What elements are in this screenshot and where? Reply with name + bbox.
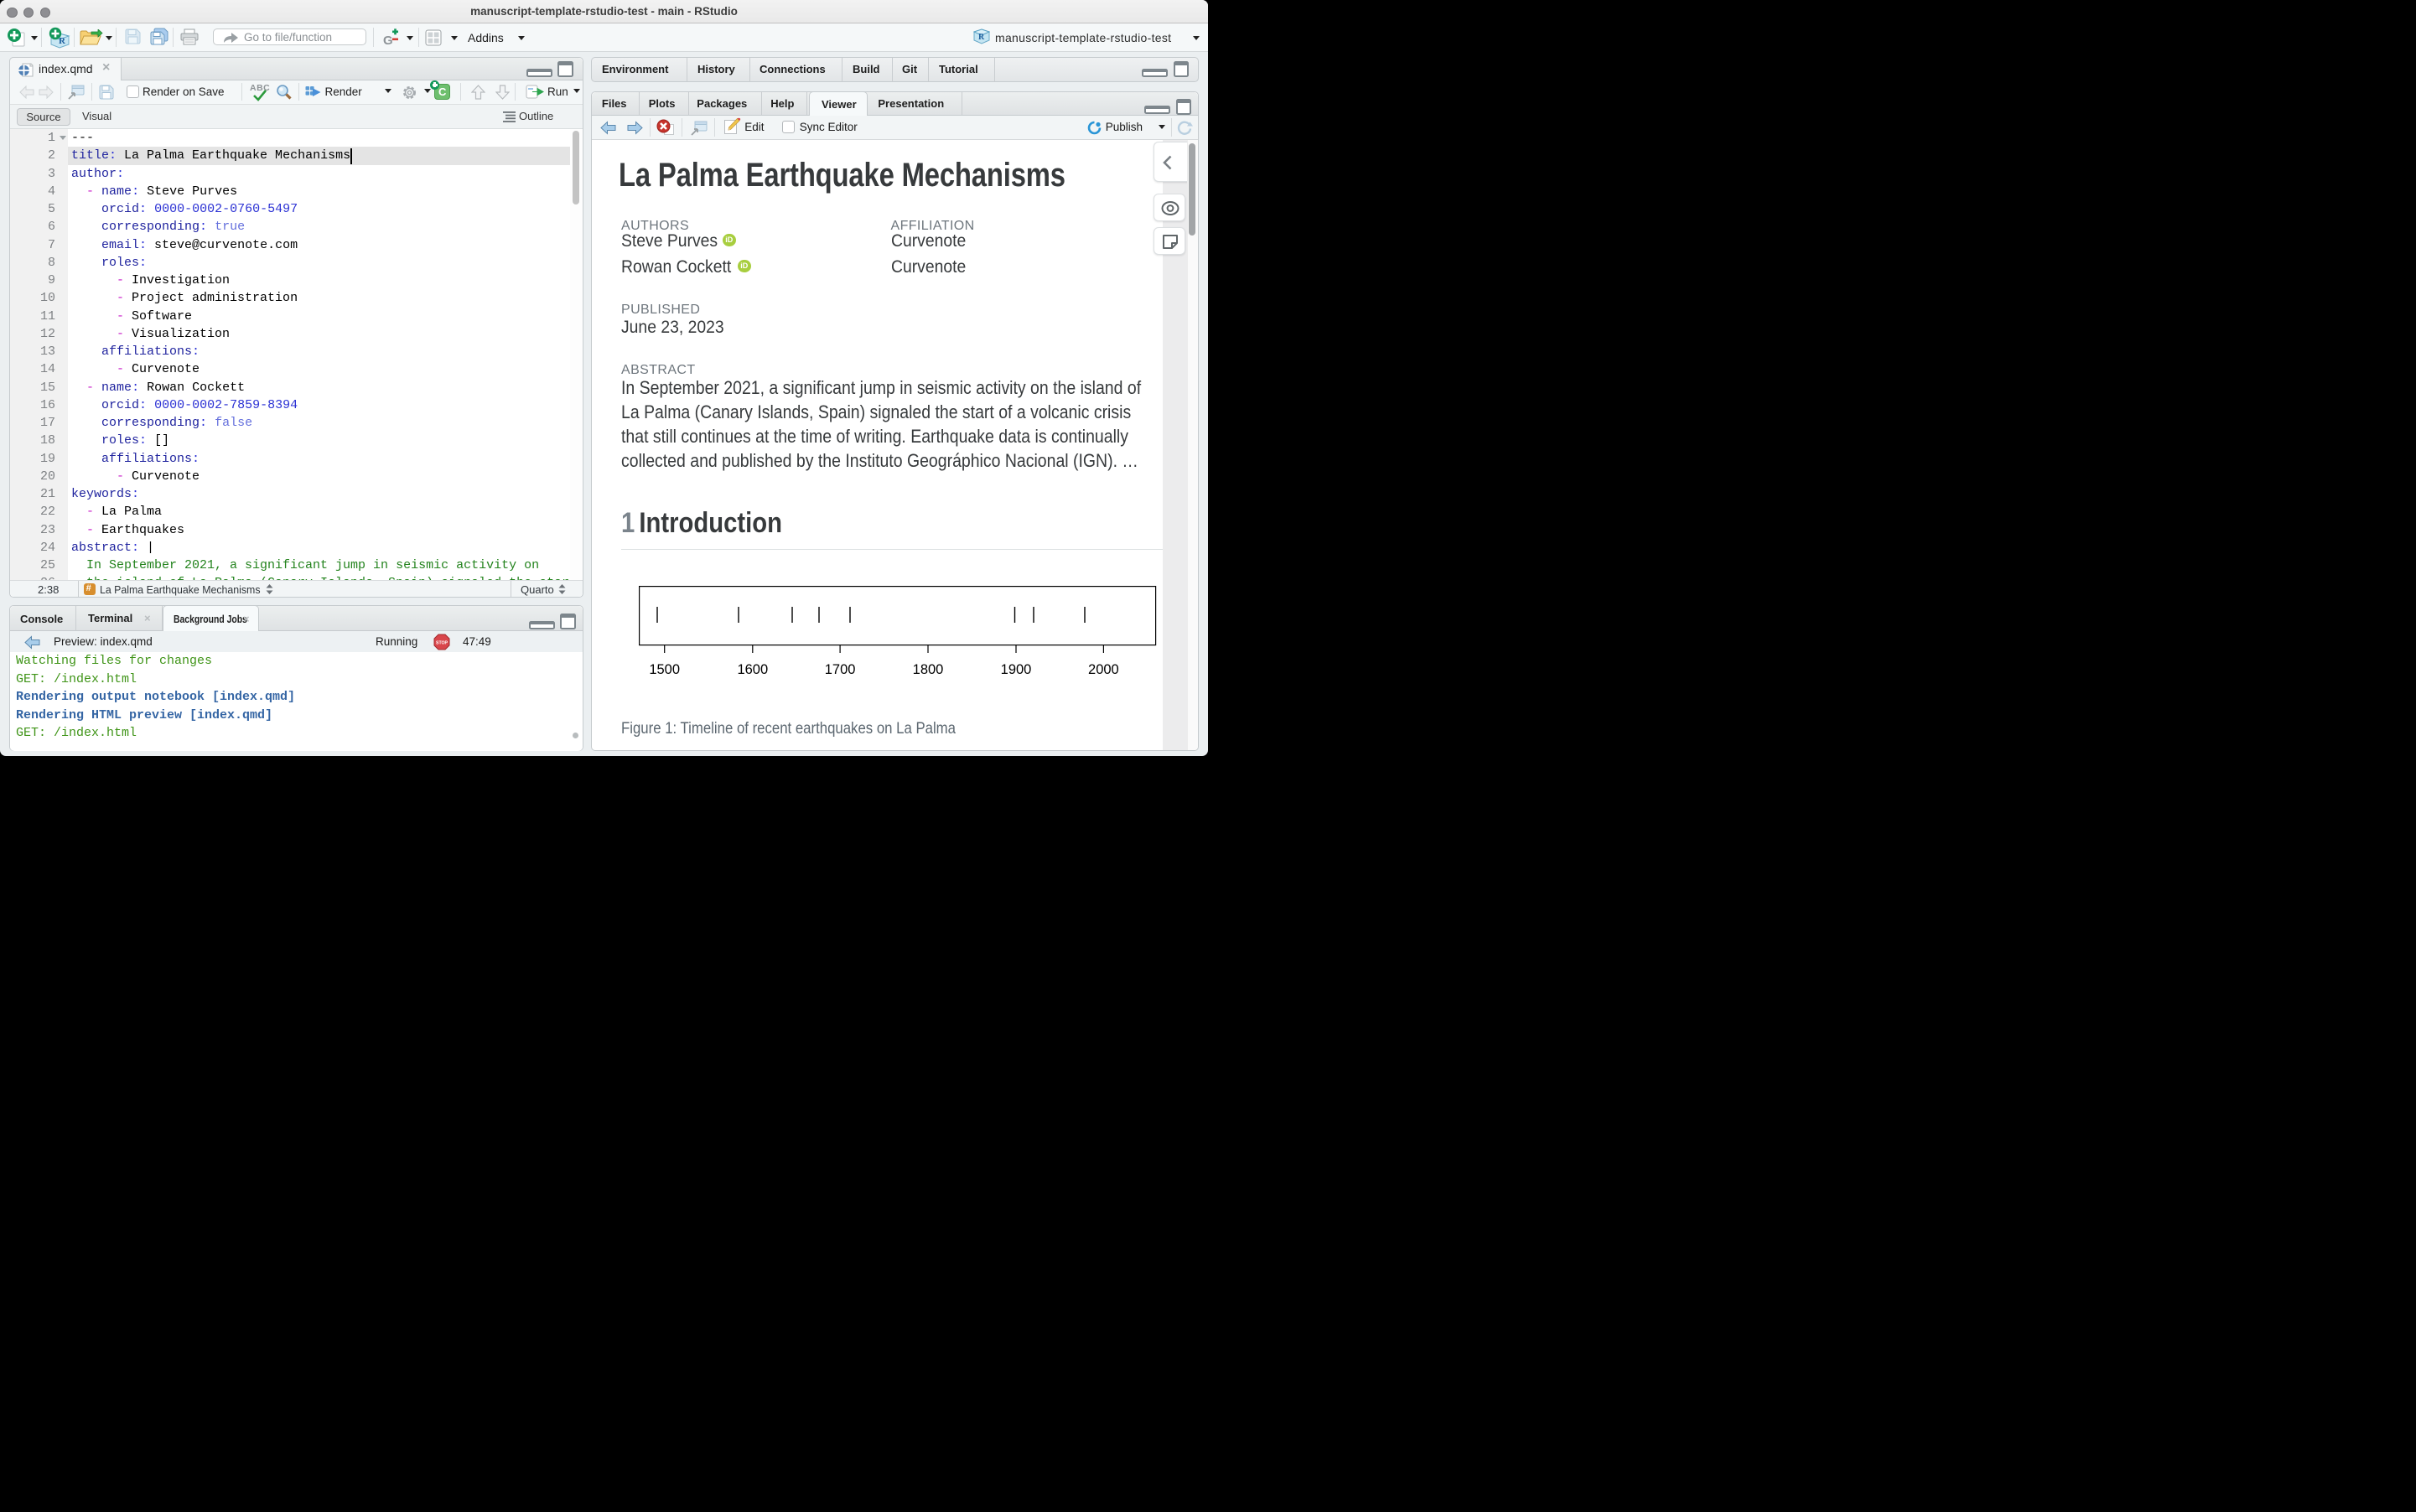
svg-text:1500: 1500: [649, 662, 680, 677]
svg-text:1800: 1800: [913, 662, 944, 677]
svg-text:1600: 1600: [737, 662, 768, 677]
svg-text:G: G: [383, 34, 393, 47]
svg-text:1700: 1700: [825, 662, 856, 677]
svg-text:2000: 2000: [1088, 662, 1119, 677]
svg-text:R: R: [978, 33, 985, 42]
svg-text:1900: 1900: [1001, 662, 1032, 677]
svg-text:STOP: STOP: [436, 640, 448, 645]
